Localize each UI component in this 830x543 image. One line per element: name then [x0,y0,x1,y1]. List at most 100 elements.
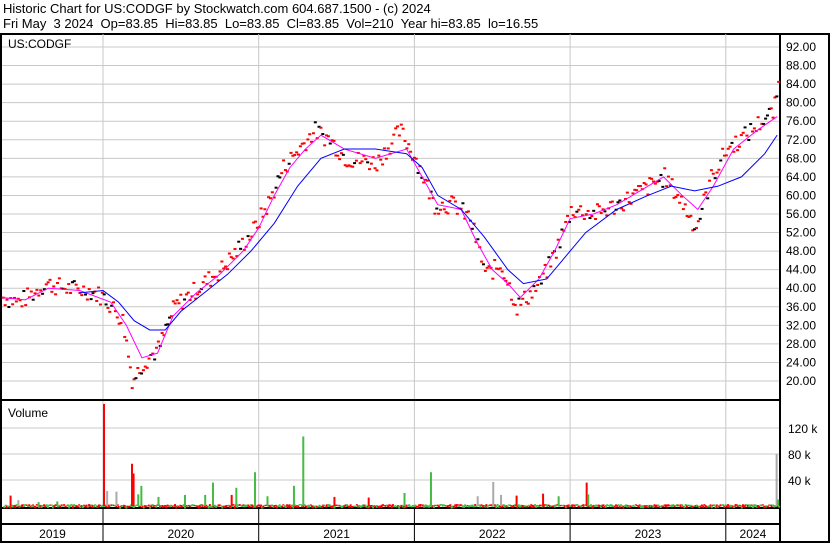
price-bar [728,145,732,148]
price-bar [435,207,439,210]
volume-bar [472,505,475,508]
price-tick-label: 36.00 [786,300,816,314]
price-bar [282,159,286,162]
price-bar [11,303,15,306]
price-bar [719,159,723,162]
volume-bar [63,504,66,506]
volume-bar [766,505,769,508]
price-bar [366,161,370,164]
price-bar [397,134,401,137]
price-bar [270,191,274,194]
price-bar [586,209,590,212]
price-bar [764,117,768,120]
volume-bar [587,494,590,506]
volume-bar [297,505,300,508]
price-bar [319,126,323,129]
volume-bar [333,505,336,509]
price-tick-label: 88.00 [786,59,816,73]
price-bar [775,95,779,98]
price-bar [739,134,743,137]
volume-bar [262,505,265,509]
price-bar [442,208,446,211]
price-bar [369,162,373,165]
price-bar [681,208,685,211]
price-bar [461,202,465,205]
volume-bar [713,504,716,507]
year-label: 2021 [323,527,350,541]
price-bar [41,292,45,295]
price-bar [44,283,48,286]
price-bar [467,210,471,213]
volume-bar [778,505,781,508]
volume-bar [333,496,336,506]
price-bar [399,123,403,126]
price-bar [547,256,551,259]
price-bar [82,285,86,288]
price-bar [184,293,188,296]
volume-bar [777,499,780,506]
price-bar [240,237,244,240]
price-bar [730,141,734,144]
price-bar [407,143,411,146]
price-bar [192,281,196,284]
volume-bar [355,504,358,506]
volume-bar [354,505,357,508]
price-bar [437,212,441,215]
price-bar [147,357,151,360]
price-bar [259,207,263,210]
price-bar [689,214,693,217]
price-bar [227,252,231,255]
price-bar [55,282,59,285]
price-bar [293,153,297,156]
price-bar [509,298,513,301]
price-bar [153,358,157,361]
volume-bar [230,494,233,506]
price-bar [145,366,149,369]
price-bar [97,286,101,289]
price-bar [396,125,400,128]
price-bar [119,321,123,324]
price-bar [625,191,629,194]
price-bar [704,191,708,194]
price-bar [653,182,657,185]
price-bar [476,238,480,241]
volume-bar [761,504,764,506]
price-bar [743,126,747,129]
volume-bar [59,505,62,508]
volume-bar [492,481,495,506]
year-label: 2022 [479,527,506,541]
price-bar [203,275,207,278]
price-bar [577,208,581,211]
price-bar [375,169,379,172]
price-bar [108,310,112,313]
price-bar [564,220,568,223]
price-bar [136,366,140,369]
price-bar [734,135,738,138]
price-bar [708,179,712,182]
volume-bar [590,504,593,506]
year-label: 2019 [39,527,66,541]
volume-bar [233,505,236,509]
price-bar [171,300,175,303]
price-bar [263,208,267,211]
price-bar [141,369,145,372]
price-bar [104,303,108,306]
volume-bar [115,491,118,506]
price-bar [121,313,125,316]
year-label: 2024 [740,527,767,541]
price-bar [756,116,760,119]
volume-bar [157,496,160,506]
price-tick-label: 64.00 [786,170,816,184]
price-bar [321,133,325,136]
volume-bar [106,491,109,506]
price-bar [156,340,160,343]
price-bar [26,287,30,290]
price-bar [536,283,540,286]
price-bar [233,248,237,251]
volume-bar [500,494,503,506]
price-bar [480,260,484,263]
volume-bar [17,500,20,506]
price-bar [515,313,519,316]
price-bar [336,154,340,157]
volume-bar [78,504,81,506]
